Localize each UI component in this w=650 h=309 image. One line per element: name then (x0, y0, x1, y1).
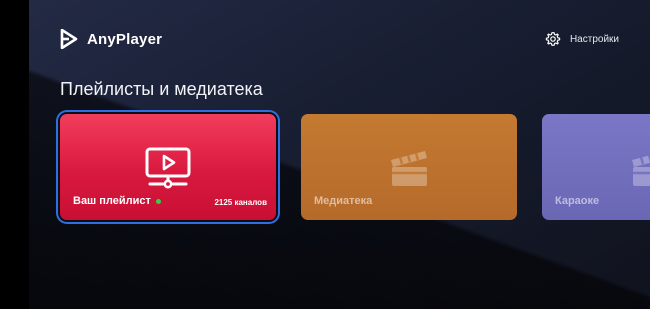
section-title: Плейлисты и медиатека (60, 79, 263, 99)
settings-label: Настройки (569, 33, 619, 45)
karaoke-card[interactable]: Караоке (542, 114, 650, 220)
clapperboard-icon (388, 147, 430, 194)
media-library-card-label: Медиатека (314, 195, 373, 207)
playlist-card-label: Ваш плейлист (73, 195, 161, 207)
playlist-card[interactable]: Ваш плейлист 2125 каналов (60, 114, 276, 220)
app-screen: AnyPlayer Настройки Плейлисты и медиатек… (29, 0, 650, 309)
playlist-card-title: Ваш плейлист (73, 195, 151, 207)
anyplayer-logo-icon (60, 29, 78, 49)
clapperboard-icon (629, 147, 650, 194)
settings-button[interactable]: Настройки (545, 31, 619, 47)
app-logo: AnyPlayer (60, 29, 162, 49)
channel-count: 2125 каналов (214, 198, 267, 207)
playlist-monitor-icon (144, 147, 192, 194)
karaoke-card-label: Караоке (555, 195, 600, 207)
gear-icon (545, 31, 561, 47)
media-library-card[interactable]: Медиатека (301, 114, 517, 220)
app-name: AnyPlayer (87, 30, 163, 48)
online-status-dot (155, 198, 161, 204)
